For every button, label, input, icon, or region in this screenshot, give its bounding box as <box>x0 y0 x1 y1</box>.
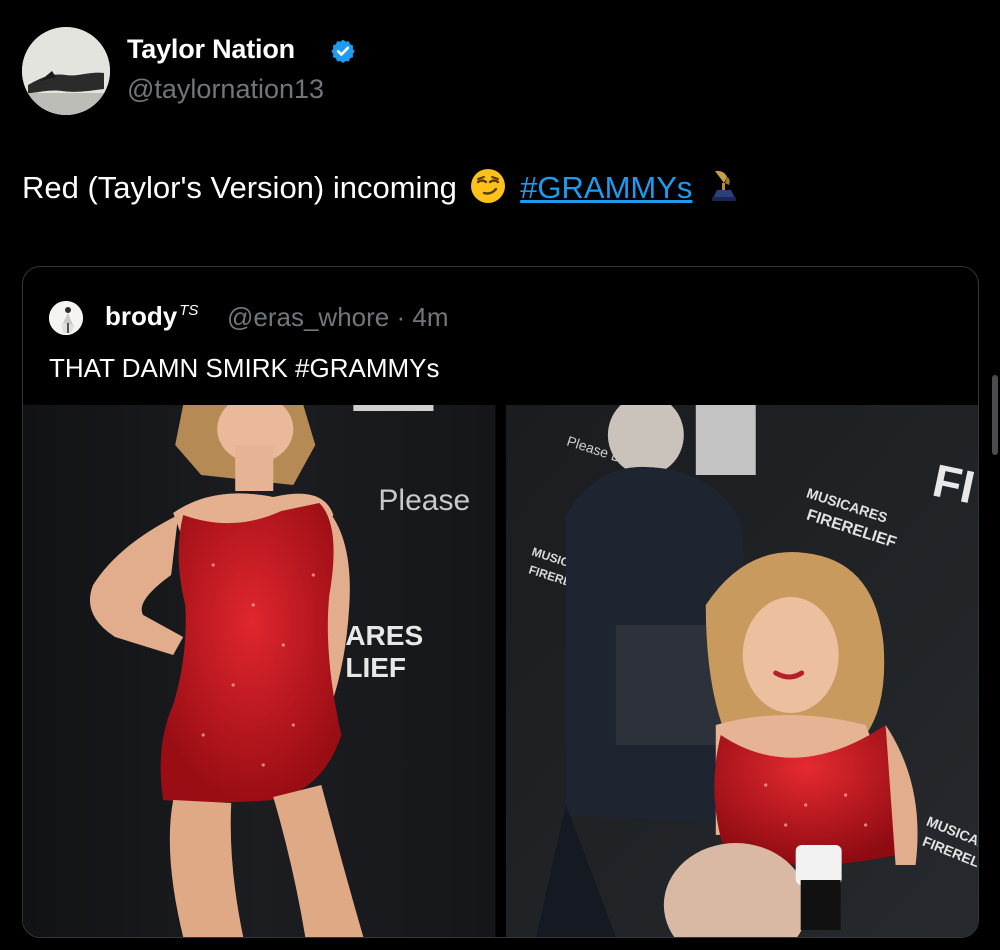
scrollbar[interactable] <box>992 375 998 455</box>
media-grid: Please ARES LIEF Please Donate FIRERELIE… <box>23 405 978 937</box>
photo-2[interactable]: Please Donate MUSICARES FIRERELIEF MUSIC… <box>505 405 978 937</box>
backdrop-text-lief: LIEF <box>345 652 406 683</box>
quoted-author-name-text: brody <box>105 301 178 331</box>
quoted-author-name[interactable]: brody TS <box>105 301 198 332</box>
grammys-hashtag-link[interactable]: #GRAMMYs <box>520 170 692 205</box>
meta-separator: · <box>396 302 406 332</box>
quoted-meta: @eras_whore · 4m <box>227 302 449 333</box>
quoted-author-handle[interactable]: @eras_whore <box>227 302 389 332</box>
author-name[interactable]: Taylor Nation <box>127 34 295 65</box>
author-avatar[interactable] <box>22 27 110 115</box>
quoted-tweet-card[interactable]: brody TS @eras_whore · 4m THAT DAMN SMIRK… <box>22 266 979 938</box>
smirking-face-emoji-icon <box>470 168 506 212</box>
photo-1[interactable]: Please ARES LIEF <box>23 405 496 937</box>
tweet-text-body: Red (Taylor's Version) incoming <box>22 170 457 205</box>
backdrop-text-ares: ARES <box>345 620 423 651</box>
backdrop-text-please: Please <box>378 484 470 517</box>
verified-badge-icon <box>331 39 355 64</box>
quoted-timestamp[interactable]: 4m <box>412 302 448 332</box>
quoted-author-name-suffix: TS <box>179 302 199 320</box>
quoted-author-avatar[interactable] <box>49 301 83 335</box>
author-handle[interactable]: @taylornation13 <box>127 74 324 105</box>
quoted-tweet-text: THAT DAMN SMIRK #GRAMMYs <box>49 353 440 383</box>
gramophone-emoji-icon <box>709 168 739 210</box>
tweet-text: Red (Taylor's Version) incoming #GRAMMYs <box>22 168 739 212</box>
